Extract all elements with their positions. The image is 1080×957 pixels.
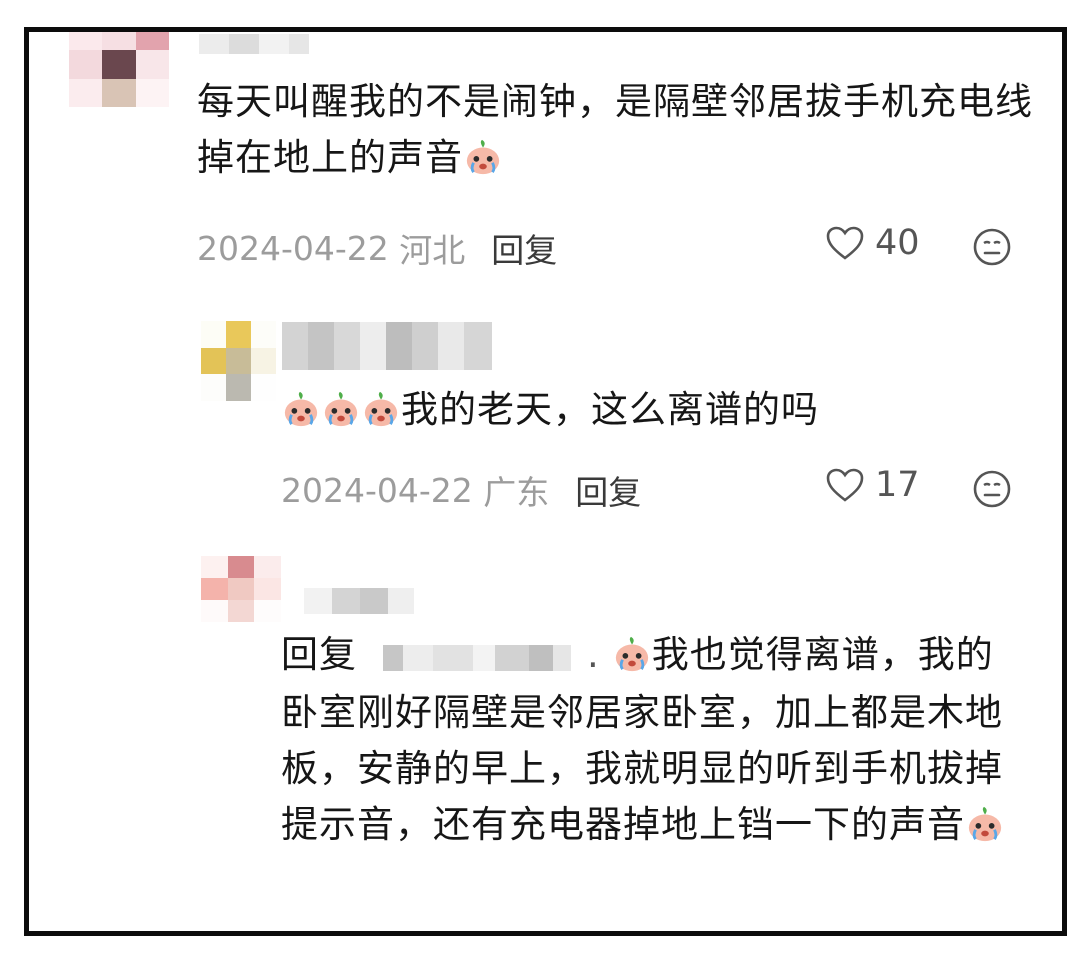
crying-peach-emoji [968, 806, 1002, 841]
crying-peach-emoji [324, 391, 358, 427]
like-button[interactable]: 17 [825, 465, 920, 505]
avatar[interactable] [201, 321, 276, 401]
comment-date: 2024-04-22 [197, 228, 389, 268]
neutral-face-icon[interactable] [972, 227, 1012, 267]
reply-button[interactable]: 回复 [491, 224, 557, 272]
comment-screenshot-frame: 每天叫醒我的不是闹钟，是隔壁邻居拔手机充电线掉在地上的声音 2024-04-22… [24, 27, 1067, 936]
crying-peach-emoji [364, 391, 398, 427]
comment-text: 每天叫醒我的不是闹钟，是隔壁邻居拔手机充电线掉在地上的声音 [197, 80, 1033, 179]
like-count: 17 [875, 465, 920, 505]
heart-outline-icon [826, 468, 864, 502]
like-count: 40 [875, 223, 920, 263]
comment-region: 河北 [399, 231, 466, 270]
comment-region: 广东 [483, 473, 550, 512]
crying-peach-emoji [466, 139, 500, 175]
reply-prefix: 回复 [281, 633, 357, 676]
avatar[interactable] [201, 556, 281, 622]
heart-outline-icon [826, 226, 864, 260]
blurred-username[interactable] [282, 322, 492, 370]
blurred-username[interactable] [304, 588, 414, 614]
neutral-face-icon[interactable] [972, 469, 1012, 509]
reply-button[interactable]: 回复 [575, 466, 641, 514]
comment-date: 2024-04-22 [281, 470, 473, 510]
comment-text: 我的老天，这么离谱的吗 [281, 382, 1021, 438]
comment-meta: 2024-04-22 河北 回复 [197, 224, 557, 272]
crying-peach-emoji [615, 636, 648, 672]
comment-text: 回复. 我也觉得离谱，我的卧室刚好隔壁是邻居家卧室，加上都是木地板，安静的早上，我… [281, 627, 1031, 853]
avatar[interactable] [69, 32, 169, 107]
like-button[interactable]: 40 [825, 223, 920, 263]
crying-peach-emoji [284, 391, 318, 427]
blurred-username[interactable] [199, 34, 309, 54]
comment-meta: 2024-04-22 广东 回复 [281, 466, 641, 514]
blurred-mention[interactable] [383, 629, 583, 685]
